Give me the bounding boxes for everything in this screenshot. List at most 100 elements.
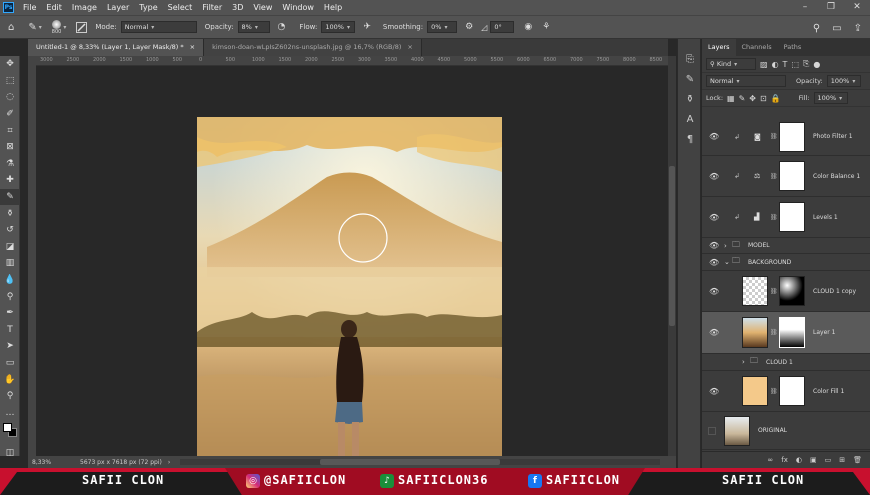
visibility-eye-icon[interactable]: 👁 (709, 258, 719, 267)
clone-stamp-tool-icon[interactable]: ⚱ (0, 205, 20, 222)
link-icon[interactable]: ⛓ (770, 173, 778, 180)
move-tool-icon[interactable]: ✥ (0, 56, 20, 73)
angle-field[interactable]: 0° (490, 21, 515, 33)
smoothing-field[interactable]: 0% (427, 21, 458, 33)
dodge-tool-icon[interactable]: ⚲ (0, 288, 20, 305)
blend-mode-dropdown[interactable]: Normal (706, 75, 786, 87)
menu-edit[interactable]: Edit (41, 3, 67, 12)
menu-file[interactable]: File (18, 3, 41, 12)
panel-opacity-field[interactable]: 100% (826, 75, 861, 87)
history-icon[interactable]: ⎘ (678, 49, 702, 69)
character-icon[interactable]: A (678, 109, 702, 129)
menu-view[interactable]: View (248, 3, 277, 12)
type-tool-icon[interactable]: T (0, 322, 20, 339)
link-icon[interactable]: ⛓ (770, 388, 778, 395)
visibility-eye-icon[interactable]: 👁 (709, 213, 719, 222)
layer-thumbnail[interactable] (742, 317, 768, 348)
pressure-size-icon[interactable]: ◉ (524, 22, 532, 32)
layer-thumbnail[interactable] (742, 276, 768, 306)
link-icon[interactable]: ⛓ (770, 329, 778, 336)
search-icon[interactable]: ⚲ (813, 23, 820, 34)
fill-field[interactable]: 100% (813, 92, 848, 104)
smoothing-settings-gear-icon[interactable]: ⚙ (465, 22, 473, 32)
layer-row[interactable]: 👁 ↲ ⚖ ⛓ Color Balance 1 (702, 156, 870, 197)
close-tab-icon[interactable]: × (407, 43, 412, 51)
link-icon[interactable]: ⛓ (770, 214, 778, 221)
layer-name[interactable]: ORIGINAL (758, 427, 787, 434)
layer-name[interactable]: Color Fill 1 (813, 388, 844, 395)
horizontal-scrollbar[interactable] (180, 459, 660, 465)
symmetry-icon[interactable]: ⚘ (542, 22, 550, 32)
layer-group-row[interactable]: 👁 ⌄ 🗀 BACKGROUND (702, 254, 870, 271)
lasso-tool-icon[interactable]: ◌ (0, 89, 20, 106)
zoom-level[interactable]: 8,33% (32, 459, 72, 466)
maximize-button[interactable]: ❐ (818, 0, 844, 15)
pen-tool-icon[interactable]: ✒ (0, 305, 20, 322)
paragraph-icon[interactable]: ¶ (678, 129, 702, 149)
layer-style-icon[interactable]: fx (781, 456, 788, 464)
visibility-toggle-off[interactable] (708, 426, 716, 435)
link-icon[interactable]: ⛓ (770, 133, 778, 140)
blur-tool-icon[interactable]: 💧 (0, 272, 20, 289)
tiktok-handle[interactable]: SAFIICLON36 (398, 473, 488, 487)
close-tab-icon[interactable]: × (190, 43, 195, 51)
brush-tool-icon[interactable]: ✎ (0, 188, 20, 206)
layer-name[interactable]: Photo Filter 1 (813, 133, 853, 140)
facebook-handle[interactable]: SAFIICLON (546, 473, 620, 487)
filter-smart-object-icon[interactable]: ⎘ (803, 59, 809, 69)
filter-adjustment-icon[interactable]: ◐ (772, 60, 779, 69)
quick-select-tool-icon[interactable]: ✐ (0, 106, 20, 123)
foreground-color-swatch[interactable] (3, 423, 12, 433)
expand-chevron-icon[interactable]: › (742, 358, 745, 366)
path-selection-tool-icon[interactable]: ➤ (0, 338, 20, 355)
layer-mask-thumbnail[interactable] (779, 376, 805, 406)
layer-row-selected[interactable]: 👁 ⛓ Layer 1 (702, 312, 870, 354)
layer-group-row[interactable]: › 🗀 CLOUD 1 (702, 354, 870, 371)
menu-image[interactable]: Image (67, 3, 102, 12)
visibility-eye-icon[interactable]: 👁 (709, 287, 719, 296)
lock-all-icon[interactable]: 🔒 (771, 94, 781, 103)
workspace-icon[interactable]: ▭ (832, 23, 841, 34)
visibility-eye-icon[interactable]: 👁 (709, 132, 719, 141)
crop-tool-icon[interactable]: ⌗ (0, 122, 20, 139)
pressure-opacity-icon[interactable]: ◔ (278, 22, 286, 32)
tab-untitled-1[interactable]: Untitled-1 @ 8,33% (Layer 1, Layer Mask/… (28, 39, 205, 56)
zoom-tool-icon[interactable]: ⚲ (0, 388, 20, 405)
filter-pixel-icon[interactable]: ▨ (760, 60, 768, 69)
layer-row[interactable]: 👁 ↲ ▟ ⛓ Levels 1 (702, 197, 870, 238)
layer-name[interactable]: CLOUD 1 (766, 359, 793, 366)
marquee-tool-icon[interactable]: ⬚ (0, 73, 20, 90)
menu-window[interactable]: Window (277, 3, 319, 12)
layer-mask-thumbnail[interactable] (779, 317, 805, 348)
layer-mask-thumbnail[interactable] (779, 122, 805, 152)
filter-shape-icon[interactable]: ⬚ (791, 60, 799, 69)
filter-kind-dropdown[interactable]: ⚲ Kind (706, 58, 756, 70)
gradient-tool-icon[interactable]: ▥ (0, 255, 20, 272)
vertical-ruler[interactable] (28, 56, 36, 456)
healing-brush-tool-icon[interactable]: ✚ (0, 172, 20, 189)
collapse-chevron-icon[interactable]: ⌄ (724, 258, 730, 266)
layer-name[interactable]: CLOUD 1 copy (813, 288, 856, 295)
photoshop-logo[interactable]: Ps (3, 2, 14, 13)
hand-tool-icon[interactable]: ✋ (0, 371, 20, 388)
eraser-tool-icon[interactable]: ◪ (0, 239, 20, 256)
add-mask-icon[interactable]: ◐ (796, 456, 802, 464)
scroll-thumb[interactable] (669, 166, 675, 326)
menu-layer[interactable]: Layer (102, 3, 134, 12)
layer-mask-thumbnail[interactable] (779, 202, 805, 232)
history-brush-tool-icon[interactable]: ↺ (0, 222, 20, 239)
frame-tool-icon[interactable]: ⊠ (0, 139, 20, 156)
link-layers-icon[interactable]: ∞ (767, 456, 773, 464)
link-icon[interactable]: ⛓ (770, 288, 778, 295)
filter-toggle-icon[interactable]: ● (813, 60, 820, 69)
brush-settings-icon[interactable] (76, 21, 88, 33)
layer-name[interactable]: BACKGROUND (748, 259, 791, 266)
lock-transparent-icon[interactable]: ▦ (727, 94, 735, 103)
share-icon[interactable]: ⇪ (854, 23, 862, 34)
brush-tool-icon[interactable]: ✎ (28, 22, 36, 33)
airbrush-icon[interactable]: ✈ (363, 22, 371, 32)
layer-mask-thumbnail[interactable] (779, 276, 805, 306)
visibility-eye-icon[interactable]: 👁 (709, 241, 719, 250)
filter-type-icon[interactable]: T (783, 60, 788, 69)
layer-group-row[interactable]: 👁 › 🗀 MODEL (702, 238, 870, 254)
